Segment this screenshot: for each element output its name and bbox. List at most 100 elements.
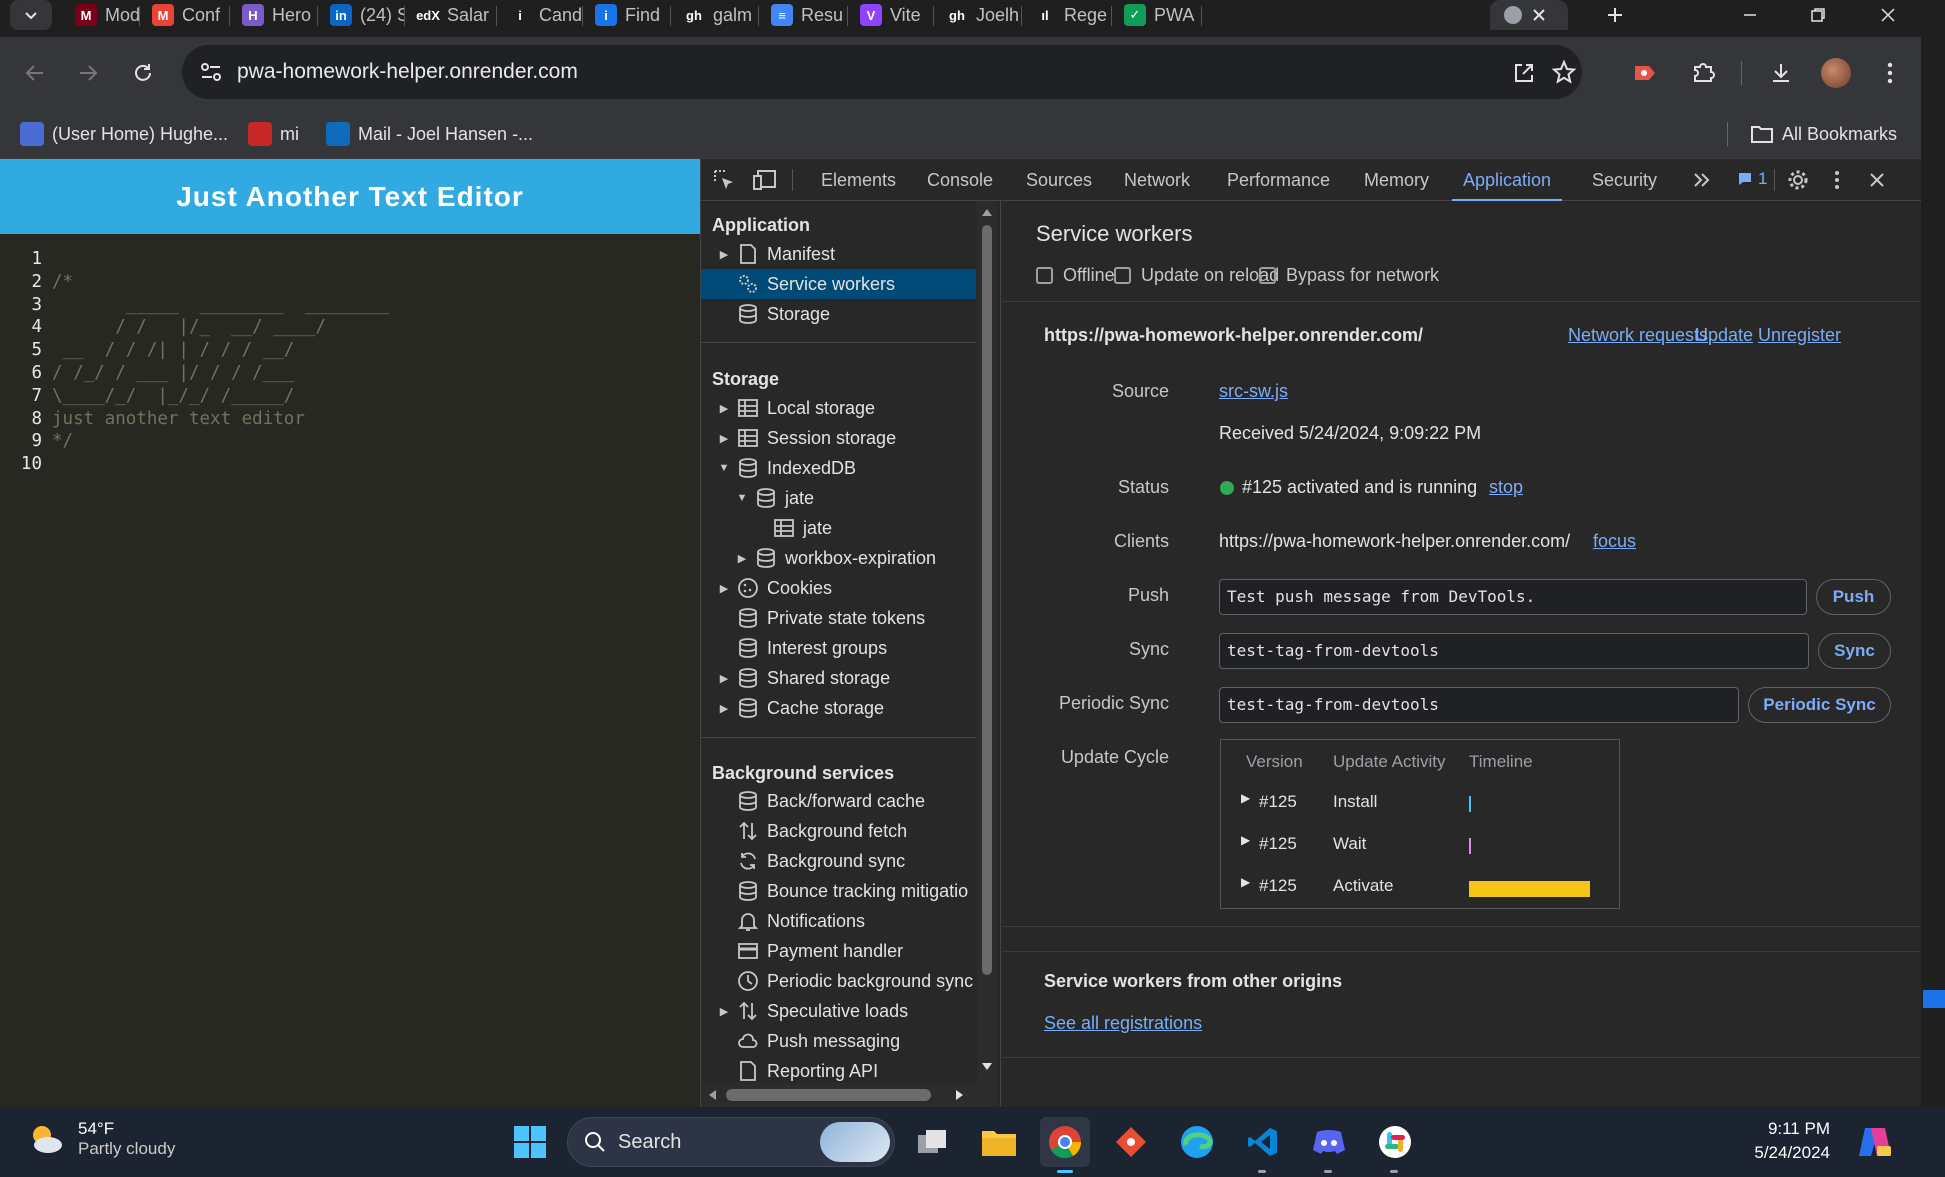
focus-link[interactable]: focus: [1593, 531, 1636, 552]
edge-button[interactable]: [1172, 1117, 1222, 1167]
unregister-link[interactable]: Unregister: [1758, 325, 1841, 346]
sidebar-item[interactable]: Private state tokens: [701, 603, 976, 633]
downloads-button[interactable]: [1761, 53, 1801, 93]
browser-tab[interactable]: ✓ PWA: [1112, 0, 1202, 30]
devtools-menu-icon[interactable]: [1834, 170, 1840, 190]
browser-tab[interactable]: ≡ Resu: [759, 0, 848, 30]
devtools-tab-sources[interactable]: Sources: [1026, 159, 1092, 201]
taskbar-search[interactable]: Search: [567, 1117, 895, 1167]
devtools-tab-memory[interactable]: Memory: [1364, 159, 1429, 201]
chrome-menu-button[interactable]: [1870, 53, 1910, 93]
settings-gear-icon[interactable]: [1787, 169, 1809, 191]
stop-link[interactable]: stop: [1489, 477, 1523, 498]
sidebar-item[interactable]: ▶ Manifest: [701, 239, 976, 269]
back-button[interactable]: [15, 53, 55, 93]
devtools-tab-console[interactable]: Console: [927, 159, 993, 201]
bookmark-mail[interactable]: Mail - Joel Hansen -...: [326, 109, 533, 159]
browser-tab[interactable]: gh Joelh: [934, 0, 1022, 30]
push-input[interactable]: Test push message from DevTools.: [1219, 579, 1807, 615]
sidebar-item[interactable]: ▶ Session storage: [701, 423, 976, 453]
sidebar-item[interactable]: ▶ Shared storage: [701, 663, 976, 693]
sidebar-item[interactable]: Back/forward cache: [701, 786, 976, 816]
all-bookmarks-button[interactable]: All Bookmarks: [1750, 109, 1897, 159]
collapse-arrow-icon[interactable]: ▼: [735, 492, 749, 504]
close-devtools-icon[interactable]: [1869, 172, 1885, 188]
address-bar[interactable]: pwa-homework-helper.onrender.com: [182, 45, 1582, 99]
star-icon[interactable]: [1552, 60, 1576, 84]
more-tabs-icon[interactable]: [1693, 172, 1711, 188]
see-all-registrations-link[interactable]: See all registrations: [1044, 1013, 1202, 1034]
tab-search-button[interactable]: [10, 0, 52, 30]
sidebar-item[interactable]: Storage: [701, 299, 976, 329]
scroll-right-arrow[interactable]: [956, 1090, 963, 1100]
update-link[interactable]: Update: [1695, 325, 1753, 346]
push-button[interactable]: Push: [1816, 579, 1891, 615]
browser-tab[interactable]: H Hero: [230, 0, 318, 30]
browser-tab[interactable]: gh galm: [671, 0, 759, 30]
git-app-button[interactable]: [1106, 1117, 1156, 1167]
inspect-element-icon[interactable]: [713, 169, 735, 191]
scroll-left-arrow[interactable]: [709, 1090, 716, 1100]
vscode-button[interactable]: [1238, 1117, 1288, 1167]
expand-arrow-icon[interactable]: ▶: [1241, 791, 1250, 805]
sidebar-item[interactable]: ▶ Local storage: [701, 393, 976, 423]
sidebar-item[interactable]: jate: [701, 513, 976, 543]
browser-tab[interactable]: M Conf: [140, 0, 230, 30]
close-tab-icon[interactable]: [1532, 8, 1546, 22]
sidebar-item[interactable]: Bounce tracking mitigatio: [701, 876, 976, 906]
close-window-button[interactable]: [1868, 0, 1908, 35]
sidebar-item[interactable]: Payment handler: [701, 936, 976, 966]
code-line[interactable]: just another text editor: [52, 409, 305, 429]
browser-tab[interactable]: i Cand: [497, 0, 583, 30]
device-toolbar-icon[interactable]: [753, 169, 777, 191]
devtools-tab-security[interactable]: Security: [1592, 159, 1657, 201]
bookmark-mi[interactable]: mi: [248, 109, 299, 159]
devtools-tab-network[interactable]: Network: [1124, 159, 1190, 201]
scroll-up-arrow[interactable]: [982, 209, 992, 216]
sidebar-item[interactable]: ▶ Cache storage: [701, 693, 976, 723]
code-line[interactable]: /*: [52, 272, 73, 292]
sidebar-item[interactable]: Interest groups: [701, 633, 976, 663]
scroll-down-arrow[interactable]: [982, 1063, 992, 1070]
sidebar-item[interactable]: ▶ Cookies: [701, 573, 976, 603]
sidebar-item[interactable]: Push messaging: [701, 1026, 976, 1056]
tab-active[interactable]: [1490, 0, 1568, 30]
copilot-button[interactable]: [1850, 1117, 1900, 1167]
code-editor[interactable]: 1 2 /* 3 _____ ________ ________ 4 / / |/_ _…: [0, 234, 700, 1107]
code-line[interactable]: / /_/ / ___ |/ / / /___: [52, 363, 294, 383]
system-clock[interactable]: 9:11 PM 5/24/2024: [1720, 1117, 1830, 1165]
sidebar-item[interactable]: ▼ jate: [701, 483, 976, 513]
expand-arrow-icon[interactable]: ▶: [1241, 833, 1250, 847]
browser-tab[interactable]: ıl Rege: [1022, 0, 1112, 30]
browser-tab[interactable]: in (24) S: [318, 0, 405, 30]
expand-arrow-icon[interactable]: ▶: [1241, 875, 1250, 889]
devtools-tab-elements[interactable]: Elements: [821, 159, 896, 201]
expand-arrow-icon[interactable]: ▶: [717, 432, 731, 445]
horizontal-scrollbar[interactable]: [701, 1083, 977, 1107]
sidebar-item[interactable]: Periodic background sync: [701, 966, 976, 996]
sidebar-item[interactable]: Reporting API: [701, 1056, 976, 1086]
weather-widget[interactable]: 54°F Partly cloudy: [26, 1119, 175, 1159]
checkbox-box[interactable]: [1114, 267, 1131, 284]
devtools-tab-performance[interactable]: Performance: [1227, 159, 1330, 201]
forward-button[interactable]: [68, 53, 108, 93]
sidebar-item[interactable]: Background sync: [701, 846, 976, 876]
checkbox-box[interactable]: [1259, 267, 1276, 284]
discord-button[interactable]: [1304, 1117, 1354, 1167]
open-in-app-icon[interactable]: [1512, 61, 1536, 85]
expand-arrow-icon[interactable]: ▶: [717, 248, 731, 261]
checkbox-box[interactable]: [1036, 267, 1053, 284]
update-on-reload-checkbox[interactable]: Update on reload: [1114, 265, 1279, 286]
extensions-button[interactable]: [1683, 53, 1723, 93]
expand-arrow-icon[interactable]: ▶: [735, 552, 749, 565]
extension-record-button[interactable]: [1625, 53, 1665, 93]
sidebar-item[interactable]: ▼ IndexedDB: [701, 453, 976, 483]
restore-button[interactable]: [1798, 0, 1838, 35]
expand-arrow-icon[interactable]: ▶: [717, 402, 731, 415]
file-explorer-button[interactable]: [974, 1117, 1024, 1167]
code-line[interactable]: / / |/_ __/ ____/: [52, 317, 326, 337]
browser-tab[interactable]: i Find: [583, 0, 671, 30]
code-line[interactable]: \____/_/ |_/_/ /_____/: [52, 386, 294, 406]
sidebar-item[interactable]: Notifications: [701, 906, 976, 936]
sync-button[interactable]: Sync: [1818, 633, 1891, 669]
